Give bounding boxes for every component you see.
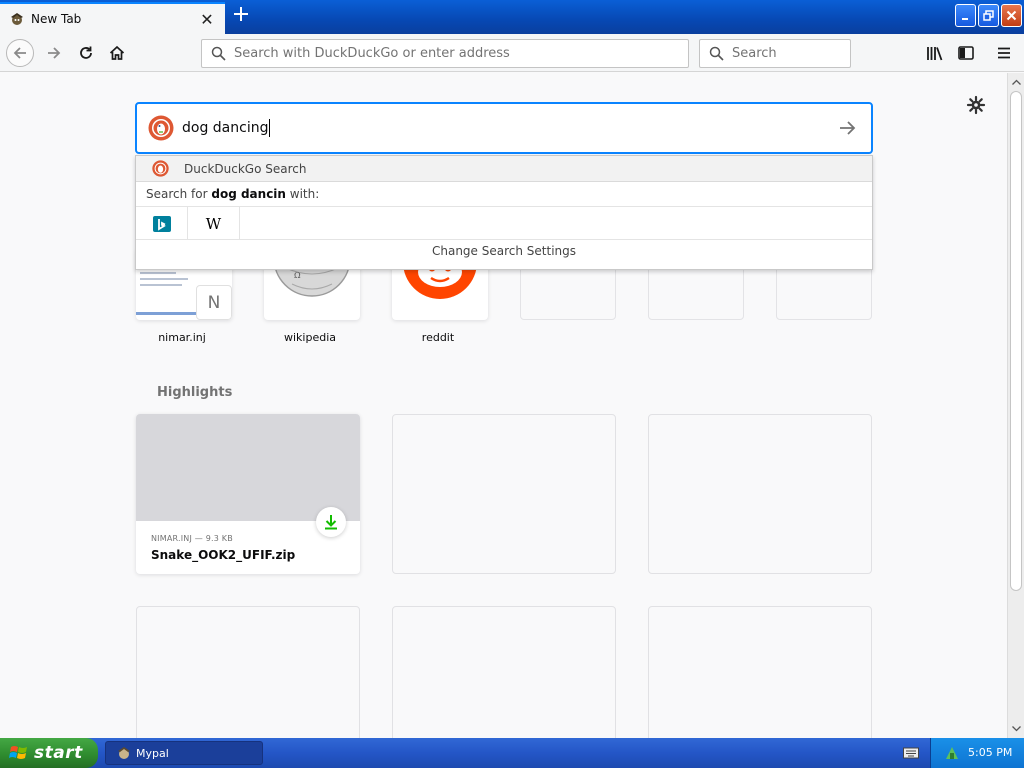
back-arrow-icon — [13, 47, 26, 59]
clock[interactable]: 5:05 PM — [968, 746, 1012, 759]
minimize-icon — [961, 17, 968, 20]
svg-text:Ω: Ω — [294, 271, 301, 280]
search-bar-placeholder: Search — [732, 46, 777, 61]
highlight-card-placeholder — [136, 606, 360, 738]
bing-logo-icon — [152, 215, 171, 232]
hamburger-menu-icon — [998, 47, 1010, 59]
minimize-button[interactable] — [955, 4, 976, 27]
highlight-card-placeholder — [648, 606, 872, 738]
scroll-up-arrow-icon[interactable] — [1009, 74, 1024, 89]
new-tab-button[interactable] — [228, 4, 254, 30]
duckduckgo-logo-icon — [148, 115, 174, 141]
highlight-card-download[interactable]: NIMAR.INJ — 9.3 KB Snake_OOK2_UFIF.zip — [136, 414, 360, 574]
card-filename: Snake_OOK2_UFIF.zip — [151, 548, 296, 562]
card-meta: NIMAR.INJ — 9.3 KB — [151, 534, 233, 543]
page-search-input[interactable]: dog dancing — [135, 102, 873, 154]
start-label: start — [34, 743, 83, 763]
forward-button[interactable] — [40, 39, 68, 67]
download-arrow-icon — [325, 515, 337, 530]
network-tray-icon[interactable] — [943, 744, 961, 762]
duckduckgo-search-option[interactable]: DuckDuckGo Search — [136, 156, 872, 182]
home-button[interactable] — [103, 39, 131, 67]
scroll-thumb[interactable] — [1010, 91, 1022, 591]
search-bar[interactable]: Search — [699, 39, 851, 68]
system-tray: 5:05 PM — [930, 738, 1024, 768]
mypal-favicon-icon — [11, 13, 23, 25]
mypal-app-icon — [118, 747, 130, 759]
engine-label: DuckDuckGo Search — [184, 161, 307, 176]
back-button[interactable] — [6, 39, 34, 67]
sidebar-icon — [958, 46, 974, 60]
top-site-label[interactable]: wikipedia — [262, 331, 358, 344]
menu-button[interactable] — [990, 39, 1018, 67]
duckduckgo-logo-icon — [152, 160, 169, 177]
tab-new-tab[interactable]: New Tab ✕ — [0, 2, 225, 34]
taskbar-item-mypal[interactable]: Mypal — [105, 741, 263, 765]
highlight-card-placeholder — [392, 606, 616, 738]
title-bar: New Tab ✕ — [0, 0, 1024, 34]
restore-button[interactable] — [978, 4, 999, 27]
close-window-button[interactable] — [1001, 4, 1022, 27]
new-tab-page: N Ω W nimar.inj wikipedia reddit Highlig… — [0, 73, 1007, 738]
windows-flag-icon — [9, 746, 27, 759]
keyboard-icon[interactable] — [903, 746, 919, 760]
search-suggestion-dropdown: DuckDuckGo Search Search for dog dancin … — [135, 155, 873, 270]
search-go-arrow-icon[interactable] — [837, 118, 857, 138]
reload-button[interactable] — [72, 39, 100, 67]
text-caret — [269, 119, 271, 137]
wikipedia-w-icon: W — [205, 214, 222, 233]
card-preview — [136, 414, 360, 521]
top-site-label[interactable]: nimar.inj — [134, 331, 230, 344]
site-letter-badge: N — [196, 285, 232, 320]
scroll-down-arrow-icon[interactable] — [1009, 721, 1024, 736]
download-badge — [316, 507, 346, 537]
library-button[interactable] — [920, 39, 948, 67]
address-bar-placeholder: Search with DuckDuckGo or enter address — [234, 46, 510, 61]
bing-engine-button[interactable] — [136, 207, 188, 240]
reload-icon — [80, 46, 92, 59]
vertical-scrollbar[interactable] — [1007, 73, 1024, 738]
close-icon — [1006, 10, 1017, 21]
address-bar[interactable]: Search with DuckDuckGo or enter address — [201, 39, 689, 68]
change-search-settings-button[interactable]: Change Search Settings — [136, 244, 872, 258]
home-icon — [109, 45, 125, 60]
taskbar-item-label: Mypal — [136, 746, 169, 760]
top-site-label[interactable]: reddit — [390, 331, 486, 344]
start-button[interactable]: start — [0, 738, 98, 768]
search-icon — [211, 46, 226, 61]
search-query-text: dog dancing — [182, 120, 269, 136]
highlight-card-placeholder — [392, 414, 616, 574]
tab-title: New Tab — [31, 12, 82, 26]
wikipedia-engine-button[interactable]: W — [188, 207, 240, 240]
library-icon — [926, 46, 942, 60]
restore-icon — [983, 10, 994, 21]
nav-toolbar: Search with DuckDuckGo or enter address … — [0, 34, 1024, 72]
taskbar: start Mypal 5:05 PM — [0, 738, 1024, 768]
forward-arrow-icon — [48, 47, 61, 59]
tab-close-icon[interactable]: ✕ — [197, 10, 217, 29]
one-off-engines-row: W — [136, 206, 872, 240]
plus-icon — [234, 7, 248, 21]
customize-gear-icon[interactable] — [966, 95, 986, 115]
highlight-card-placeholder — [648, 414, 872, 574]
search-for-label: Search for dog dancin with: — [146, 187, 320, 201]
highlights-heading: Highlights — [157, 385, 233, 400]
sidebar-button[interactable] — [952, 39, 980, 67]
search-icon — [709, 46, 724, 61]
